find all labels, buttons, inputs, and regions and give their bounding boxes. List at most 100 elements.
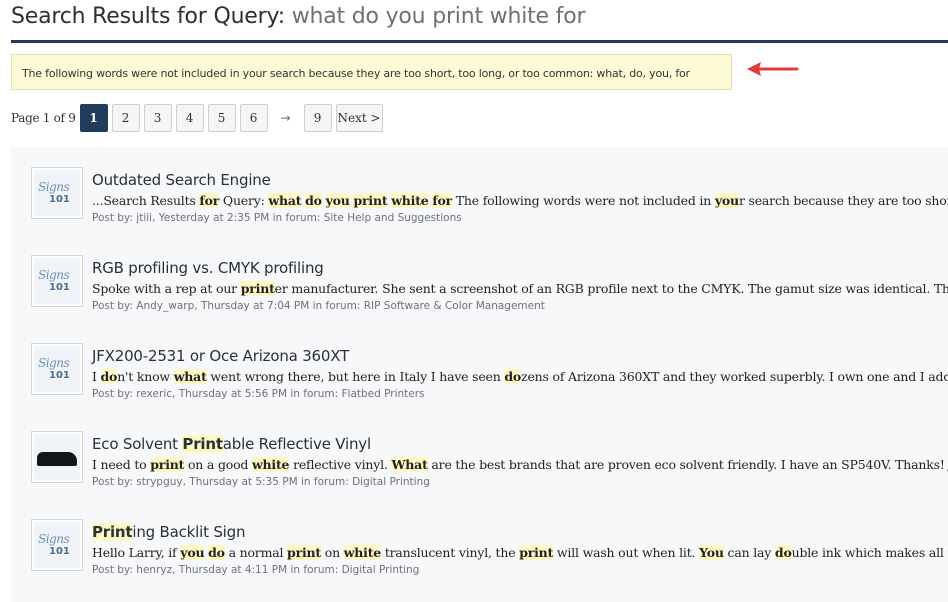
highlighted-term: what [268, 193, 302, 208]
highlighted-term: print [150, 457, 185, 472]
highlighted-term: what [173, 369, 207, 384]
avatar-image [34, 434, 80, 480]
highlighted-term: white [251, 457, 290, 472]
result-snippet: ...Search Results for Query: what do you… [92, 193, 948, 208]
logo-number: 101 [49, 282, 70, 293]
page-link-5[interactable]: 5 [207, 104, 236, 132]
snippet-text: I [92, 369, 101, 384]
snippet-text: will wash out when lit. [553, 545, 700, 560]
highlighted-term: do [100, 369, 118, 384]
avatar-image: Signs 101 [34, 522, 80, 568]
highlighted-term: do [305, 193, 322, 208]
snippet-text: Spoke with a rep at our [92, 281, 241, 296]
highlighted-term: white [343, 545, 382, 560]
result-title-link[interactable]: Printing Backlit Sign [92, 523, 245, 541]
highlighted-term: you [714, 193, 739, 208]
snippet-text: The following words were not included in [452, 193, 715, 208]
result-snippet: I don't know what went wrong there, but … [92, 369, 948, 384]
result-title-link[interactable]: RGB profiling vs. CMYK profiling [92, 259, 324, 277]
pagination: Page 1 of 9 1 2 3 4 5 6 → 9 Next > [11, 104, 387, 132]
result-meta: Post by: rexeric, Thursday at 5:56 PM in… [92, 388, 425, 400]
highlighted-term: you [325, 193, 350, 208]
avatar-image: Signs 101 [34, 346, 80, 392]
avatar[interactable]: Signs 101 [31, 343, 83, 395]
snippet-text: I need to [92, 457, 151, 472]
result-snippet: Spoke with a rep at our printer manufact… [92, 281, 948, 296]
result-title-link[interactable]: JFX200-2531 or Oce Arizona 360XT [92, 347, 349, 365]
title-text: RGB profiling vs. CMYK profiling [92, 259, 324, 277]
snippet-text: n't know [117, 369, 174, 384]
logo-text: Signs [38, 356, 70, 370]
page-gap-arrow-icon: → [280, 111, 291, 125]
logo-text: Signs [38, 532, 70, 546]
avatar-image: Signs 101 [34, 258, 80, 304]
highlighted-term: print [287, 545, 321, 560]
page-title: Search Results for Query: what do you pr… [11, 4, 586, 29]
page-link-1[interactable]: 1 [79, 104, 108, 132]
page-link-3[interactable]: 3 [143, 104, 172, 132]
highlighted-term: print [240, 281, 275, 296]
logo-number: 101 [49, 194, 70, 205]
result-item: Signs 101 Outdated Search Engine ...Searc… [11, 147, 948, 224]
result-meta: Post by: Andy_warp, Thursday at 7:04 PM … [92, 300, 545, 312]
snippet-text: on [320, 545, 344, 560]
highlighted-term: for [432, 193, 453, 208]
search-results-list: Signs 101 Outdated Search Engine ...Searc… [11, 147, 948, 602]
highlighted-term: do [774, 545, 792, 560]
highlighted-term: white [391, 193, 429, 208]
logo-number: 101 [49, 546, 70, 557]
red-arrow-annotation-icon [747, 62, 799, 76]
title-text: Outdated Search Engine [92, 171, 271, 189]
snippet-text: ...Search Results [92, 193, 200, 208]
logo-text: Signs [38, 180, 70, 194]
snippet-text: a normal [224, 545, 288, 560]
page-link-last[interactable]: 9 [303, 104, 332, 132]
page-title-prefix: Search Results for Query: [11, 4, 285, 29]
snippet-text: went wrong there, but here in Italy I ha… [206, 369, 505, 384]
search-query: what do you print white for [291, 4, 586, 29]
highlighted-term: do [504, 369, 522, 384]
result-title-link[interactable]: Outdated Search Engine [92, 171, 271, 189]
title-text: ing Backlit Sign [132, 523, 246, 541]
result-item: Signs 101 JFX200-2531 or Oce Arizona 360X… [11, 323, 948, 400]
page-link-4[interactable]: 4 [175, 104, 204, 132]
result-meta: Post by: strypguy, Thursday at 5:35 PM i… [92, 476, 430, 488]
highlighted-term: Print [182, 435, 223, 453]
avatar[interactable]: Signs 101 [31, 255, 83, 307]
result-title-link[interactable]: Eco Solvent Printable Reflective Vinyl [92, 435, 371, 453]
result-item: Signs 101 RGB profiling vs. CMYK profilin… [11, 235, 948, 312]
avatar[interactable]: Signs 101 [31, 167, 83, 219]
page-link-2[interactable]: 2 [111, 104, 140, 132]
snippet-text: uble ink which makes all th [791, 545, 948, 560]
snippet-text: Query: [219, 193, 269, 208]
result-meta: Post by: henryz, Thursday at 4:11 PM in … [92, 564, 420, 576]
title-divider [11, 40, 948, 43]
snippet-text: are the best brands that are proven eco … [427, 457, 948, 472]
page-link-6[interactable]: 6 [239, 104, 268, 132]
next-page-button[interactable]: Next > [335, 104, 383, 132]
car-photo-shape [37, 452, 77, 466]
snippet-text: translucent vinyl, the [381, 545, 520, 560]
highlighted-term: do [208, 545, 225, 560]
avatar[interactable] [31, 431, 83, 483]
title-text: able Reflective Vinyl [222, 435, 371, 453]
logo-text: Signs [38, 268, 70, 282]
result-item: Eco Solvent Printable Reflective Vinyl I… [11, 411, 948, 488]
title-text: JFX200-2531 or Oce Arizona 360XT [92, 347, 349, 365]
page-count-label: Page 1 of 9 [11, 111, 76, 125]
logo-number: 101 [49, 370, 70, 381]
highlighted-term: for [199, 193, 220, 208]
avatar-image: Signs 101 [34, 170, 80, 216]
excluded-words-notice: The following words were not included in… [11, 54, 732, 90]
snippet-text: er manufacturer. She sent a screenshot o… [274, 281, 948, 296]
highlighted-term: print [353, 193, 388, 208]
highlighted-term: What [391, 457, 428, 472]
highlighted-term: Print [92, 523, 133, 541]
avatar[interactable]: Signs 101 [31, 519, 83, 571]
title-text: Eco Solvent [92, 435, 183, 453]
highlighted-term: you [180, 545, 205, 560]
result-meta: Post by: jtiii, Yesterday at 2:35 PM in … [92, 212, 462, 224]
result-item: Signs 101 Printing Backlit Sign Hello Lar… [11, 499, 948, 576]
notice-text: The following words were not included in… [22, 67, 690, 80]
highlighted-term: print [519, 545, 554, 560]
